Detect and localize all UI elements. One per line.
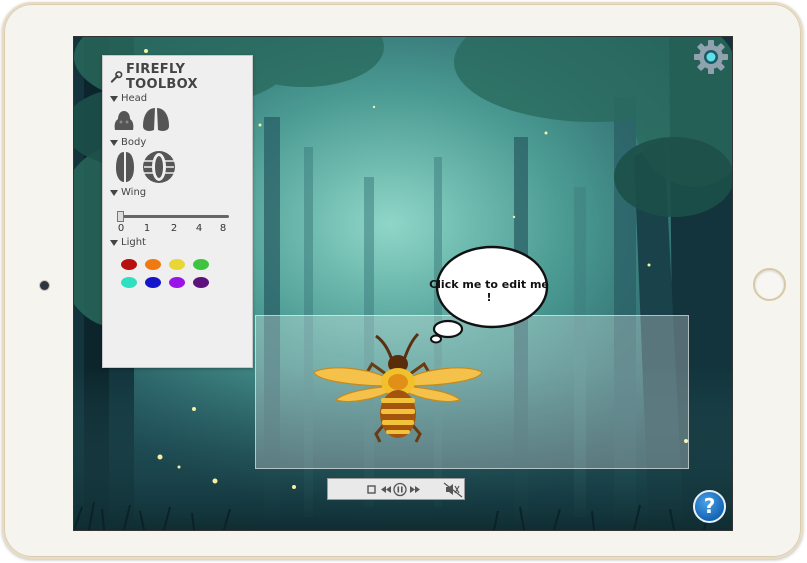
- wing-label: Wing: [121, 187, 147, 198]
- front-camera: [40, 281, 49, 290]
- light-color-swatch[interactable]: [145, 259, 161, 270]
- wing-tick-label: 4: [195, 223, 203, 234]
- wing-tick-label: 0: [117, 223, 125, 234]
- striped-body-icon[interactable]: [114, 150, 136, 184]
- app-screen: FIREFLY TOOLBOX Head Body Wing 0 1 2 4 8…: [74, 37, 732, 530]
- light-color-swatch[interactable]: [193, 259, 209, 270]
- gear-icon[interactable]: [693, 39, 729, 75]
- home-button[interactable]: [753, 268, 786, 301]
- firefly-toolbox-panel: FIREFLY TOOLBOX Head Body Wing 0 1 2 4 8…: [102, 55, 253, 368]
- fast-forward-icon[interactable]: [410, 486, 420, 493]
- firefly-sprite[interactable]: [310, 330, 486, 445]
- light-color-swatch[interactable]: [193, 277, 209, 288]
- wrench-icon: [110, 71, 123, 83]
- light-section-toggle[interactable]: Light: [110, 237, 146, 248]
- light-color-swatch[interactable]: [121, 259, 137, 270]
- head-section-toggle[interactable]: Head: [110, 93, 147, 104]
- rewind-icon[interactable]: [381, 486, 391, 493]
- body-section-toggle[interactable]: Body: [110, 137, 146, 148]
- collapse-triangle-icon: [110, 95, 118, 102]
- body-label: Body: [121, 137, 147, 148]
- wing-section-toggle[interactable]: Wing: [110, 187, 146, 198]
- split-head-icon[interactable]: [141, 106, 171, 134]
- toolbox-header: FIREFLY TOOLBOX: [110, 62, 252, 92]
- collapse-triangle-icon: [110, 189, 118, 196]
- wing-slider-track[interactable]: [119, 215, 229, 218]
- playback-controls: [327, 478, 465, 500]
- help-button[interactable]: ?: [693, 490, 726, 523]
- head-label: Head: [121, 93, 148, 104]
- wing-tick-label: 8: [219, 223, 227, 234]
- light-color-swatch[interactable]: [145, 277, 161, 288]
- wing-tick-label: 1: [143, 223, 151, 234]
- pause-icon[interactable]: [393, 482, 407, 497]
- stop-icon[interactable]: [367, 485, 376, 494]
- collapse-triangle-icon: [110, 139, 118, 146]
- round-head-icon[interactable]: [112, 108, 136, 134]
- speech-bubble-text[interactable]: Click me to edit me !: [429, 278, 549, 304]
- light-color-swatch[interactable]: [121, 277, 137, 288]
- mute-icon[interactable]: [443, 482, 463, 498]
- light-label: Light: [121, 237, 146, 248]
- wing-tick-label: 2: [170, 223, 178, 234]
- wing-slider-thumb[interactable]: [117, 211, 124, 222]
- toolbox-title: FIREFLY TOOLBOX: [125, 62, 198, 92]
- shell-body-icon[interactable]: [141, 149, 177, 185]
- collapse-triangle-icon: [110, 239, 118, 246]
- light-color-swatch[interactable]: [169, 259, 185, 270]
- light-color-swatch[interactable]: [169, 277, 185, 288]
